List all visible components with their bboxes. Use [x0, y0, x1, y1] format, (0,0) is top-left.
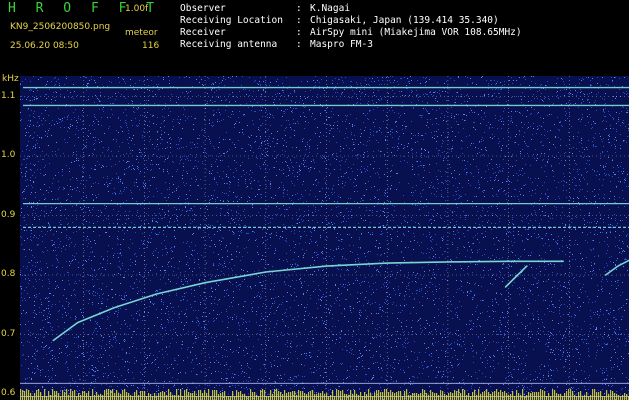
y-axis-unit: kHz [2, 74, 19, 84]
info-row-observer: Observer: K.Nagai [180, 3, 351, 14]
info-value: AirSpy mini (Miakejima VOR 108.65MHz) [310, 27, 522, 38]
datetime-label: 25.06.20 08:50 [10, 41, 79, 51]
y-tick-label: 1.1 [1, 90, 16, 101]
info-key: Observer [180, 3, 226, 14]
info-value: Chigasaki, Japan (139.414 35.340) [310, 15, 499, 26]
filename-label: KN9_2506200850.png [10, 22, 111, 32]
y-tick-label: 0.7 [1, 328, 16, 339]
info-value: K.Nagai [310, 3, 351, 14]
info-key: Receiving Location [180, 15, 283, 26]
y-tick-label: 0.8 [1, 269, 16, 279]
info-key: Receiver [180, 27, 226, 38]
plot-background [20, 76, 629, 400]
info-row-location: Receiving Location: Chigasaki, Japan (139… [180, 15, 499, 26]
y-tick-label: 0.9 [1, 209, 16, 220]
info-row-receiver: Receiver: AirSpy mini (Miakejima VOR 108.… [180, 27, 522, 38]
version-label: 1.00f [125, 4, 149, 14]
mode-label: meteor [125, 28, 158, 38]
y-tick-label: 0.6 [1, 388, 16, 398]
hroft-window: H R O F F T 1.00f KN9_2506200850.png met… [0, 0, 629, 400]
info-key: Receiving antenna [180, 39, 278, 50]
count-label: 116 [142, 41, 160, 51]
spectrogram-svg [20, 76, 629, 400]
y-tick-label: 1.0 [1, 150, 16, 160]
spectrogram-plot [20, 76, 629, 400]
info-row-antenna: Receiving antenna: Maspro FM-3 [180, 39, 373, 50]
info-value: Maspro FM-3 [310, 39, 373, 50]
